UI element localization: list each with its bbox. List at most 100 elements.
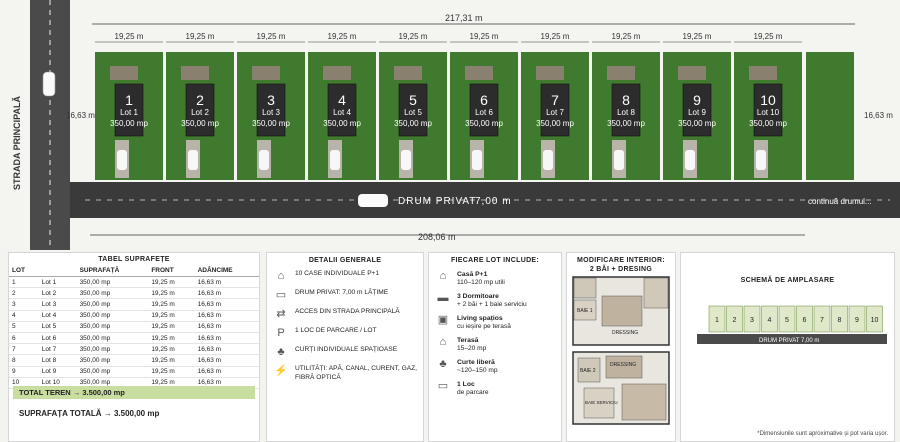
scheme-lot-number: 3 [750,317,754,324]
lot-area: 350,00 mp [181,119,219,128]
car-icon [401,150,411,170]
list-item: ⇄ ACCES DIN STRADA PRINCIPALĂ [273,308,417,321]
table-cell: 8 [9,354,39,367]
tree-icon: ♣ [439,358,447,371]
table-cell: 7 [9,343,39,356]
lot-8: 8Lot 8 350,00 mp [592,52,660,180]
table-cell: 6 [9,332,39,345]
bed-icon: ▬ [437,292,449,305]
lot-name: Lot 3 [262,108,280,117]
table-cell: Lot 5 [38,321,77,333]
lot-area: 350,00 mp [323,119,361,128]
total-surface: SUPRAFAȚA TOTALĂ → 3.500,00 mp [19,409,160,418]
lot-1: 1Lot 1 350,00 mp [95,52,163,180]
lot-number: 2 [196,92,204,108]
table-cell: 19,25 m [148,287,195,300]
road-width: 7,00 m [475,196,512,207]
scheme-lot-number: 5 [785,317,789,324]
scheme-road-label: DRUM PRIVAT 7,00 m [759,338,819,344]
table-header-cell: SUPRAFAȚĂ [76,265,149,277]
scheme-lot-number: 8 [838,317,842,324]
room-label: BAIE 2 [580,368,596,374]
terrace [252,66,280,80]
table-cell: 4 [9,310,39,322]
lot-3: 3Lot 3 350,00 mp [237,52,305,180]
area-table-panel: TABEL SUPRAFEȚE LOT SUPRAFAȚĂ FRONT ADÂNCIM… [8,252,260,442]
lot-9: 9Lot 9 350,00 mp [663,52,731,180]
table-cell: 16,63 m [194,343,259,356]
table-cell: 19,25 m [148,321,195,333]
lot-4: 4Lot 4 350,00 mp [308,52,376,180]
scheme-lot-number: 4 [768,317,772,324]
lot-area: 350,00 mp [678,119,716,128]
car-icon [543,150,553,170]
lot-name: Lot 4 [333,108,351,117]
table-cell: 19,25 m [148,310,195,322]
floor-plan: BAIE 1 DRESSING BAIE 2 DRESSING BAIE SER… [572,276,670,425]
tree-icon: ♣ [277,346,285,358]
table-cell: 350,00 mp [76,298,149,311]
table-row: 9 Lot 9 350,00 mp 19,25 m 16,63 m [9,366,259,378]
total-land: TOTAL TEREN → 3.500,00 mp [13,386,255,399]
table-cell: 350,00 mp [76,332,149,345]
lot-area: 350,00 mp [252,119,290,128]
details-title: DETALII GENERALE [308,257,382,264]
lot-width-dim: 19,25 m [115,32,144,41]
table-cell: Lot 9 [38,366,77,378]
lot-includes-panel: FIECARE LOT INCLUDE: ⌂ Casă P+1 110–120 mp… [428,252,562,442]
table-header-cell [38,265,77,277]
general-details-panel: DETALII GENERALE ⌂ 10 CASE INDIVIDUALE P+… [266,252,424,442]
terrace [110,66,138,80]
car-icon [188,150,198,170]
table-cell: 19,25 m [148,343,195,356]
table-row: 3 Lot 3 350,00 mp 19,25 m 16,63 m [9,298,259,311]
table-cell: 350,00 mp [76,354,149,367]
placement-scheme-panel: SCHEMĂ DE AMPLASARE 1 2 3 4 5 6 7 8 9 10 DRUM PRI… [680,252,895,442]
lot-area: 350,00 mp [465,119,503,128]
table-cell: Lot 4 [38,310,77,322]
table-cell: 350,00 mp [76,321,149,333]
table-cell: 16,63 m [194,298,259,311]
lot-name: Lot 2 [191,108,209,117]
list-item: ♣ Curte liberă ~120–150 mp [435,358,555,376]
lot-number: 7 [551,92,559,108]
table-row: 7 Lot 7 350,00 mp 19,25 m 16,63 m [9,343,259,356]
table-cell: 19,25 m [148,332,195,345]
scheme-lot-number: 1 [715,317,719,324]
car-icon [756,150,766,170]
interior-subtitle: 2 BĂI + DRESING [589,266,653,273]
house-icon: ⌂ [277,270,285,282]
lot-area: 350,00 mp [110,119,148,128]
green-space [806,52,854,180]
lot-area: 350,00 mp [536,119,574,128]
table-cell: Lot 2 [38,287,77,300]
depth-dim-right: 16,63 m [864,111,893,120]
lot-name: Lot 9 [688,108,706,117]
room-label: BAIE 1 [577,308,593,314]
bottom-width-dim: 208,06 m [418,232,456,242]
list-item: ⌂ Casă P+1 110–120 mp utili [435,270,555,288]
car-icon [259,150,269,170]
lot-area: 350,00 mp [607,119,645,128]
table-cell: 2 [9,287,39,300]
lot-number: 10 [760,92,776,108]
lot-area: 350,00 mp [749,119,787,128]
table-cell: 1 [9,276,39,289]
lot-width-dim: 19,25 m [399,32,428,41]
house-icon: ⌂ [439,270,447,282]
table-header-cell: ADÂNCIME [194,265,259,277]
table-cell: 16,63 m [194,332,259,345]
lot-number: 6 [480,92,488,108]
table-row: 1 Lot 1 350,00 mp 19,25 m 16,63 m [9,276,259,289]
car-icon [358,194,388,207]
lot-number: 1 [125,92,133,108]
lot-width-dim: 19,25 m [683,32,712,41]
terrace [678,66,706,80]
table-header: LOT SUPRAFAȚĂ FRONT ADÂNCIME [9,265,259,277]
room-label: DRESSING [610,362,636,368]
lot-6: 6Lot 6 350,00 mp [450,52,518,180]
table-cell: 16,63 m [194,276,259,289]
table-cell: Lot 6 [38,332,77,345]
continue-road-label: continuă drumul... [808,197,872,206]
lot-number: 4 [338,92,346,108]
